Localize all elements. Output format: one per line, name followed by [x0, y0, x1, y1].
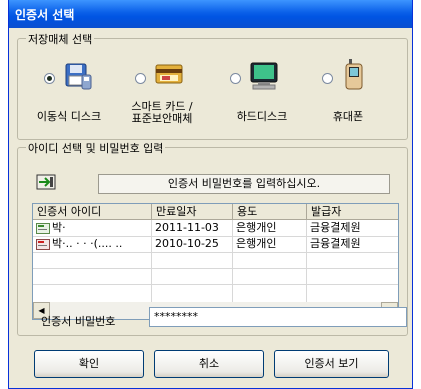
mobile-phone-icon[interactable] — [343, 59, 365, 91]
removable-disk-icon[interactable] — [63, 61, 93, 91]
password-label: 인증서 비밀번호 — [41, 315, 116, 328]
ok-button[interactable]: 확인 — [34, 350, 144, 378]
id-password-legend: 아이디 선택 및 비밀번호 입력 — [26, 140, 166, 156]
window-title: 인증서 선택 — [15, 8, 75, 22]
instruction-banner: 인증서 비밀번호를 입력하십시오. — [98, 174, 390, 194]
grid-line — [33, 268, 398, 269]
certificate-valid-icon — [36, 223, 50, 234]
cert-id-cell: 박·.. · · ·(.... .. — [52, 237, 123, 250]
column-header-issuer[interactable]: 발급자 — [307, 204, 398, 220]
table-row[interactable]: 박·.. · · ·(.... .. 2010-10-25 은행개인 금융결제원 — [33, 236, 398, 252]
smart-card-label: 스마트 카드 / 표준보안매체 — [122, 101, 202, 125]
grid-line — [33, 284, 398, 285]
column-header-id[interactable]: 인증서 아이디 — [33, 204, 152, 220]
password-input[interactable]: ******** — [149, 307, 407, 327]
title-bar[interactable]: 인증서 선택 — [9, 0, 412, 28]
hard-disk-monitor-icon[interactable] — [248, 61, 280, 91]
smart-card-icon[interactable] — [154, 63, 184, 89]
column-header-expiry[interactable]: 만료일자 — [152, 204, 233, 220]
removable-disk-label: 이동식 디스크 — [36, 110, 102, 123]
storage-media-group: 저장매체 선택 이동식 디스크 스마트 카드 / 표준보안매체 하드디스크 휴대… — [17, 31, 408, 140]
smart-card-label-line2: 표준보안매체 — [131, 112, 193, 125]
radio-hard-disk[interactable] — [230, 73, 241, 84]
view-certificate-button[interactable]: 인증서 보기 — [274, 350, 389, 378]
mobile-phone-label: 휴대폰 — [332, 110, 364, 123]
radio-mobile-phone[interactable] — [322, 73, 333, 84]
grid-line — [33, 252, 398, 253]
certificate-list[interactable]: 인증서 아이디 만료일자 용도 발급자 박· 2011-11-03 은행개인 금… — [32, 203, 399, 320]
cert-expiry-cell: 2010-10-25 — [155, 237, 219, 250]
cert-issuer-cell: 금융결제원 — [310, 221, 361, 234]
radio-smart-card[interactable] — [135, 73, 146, 84]
storage-media-legend: 저장매체 선택 — [26, 31, 95, 47]
column-header-purpose[interactable]: 용도 — [233, 204, 307, 220]
cert-purpose-cell: 은행개인 — [236, 237, 277, 250]
table-row[interactable]: 박· 2011-11-03 은행개인 금융결제원 — [33, 220, 398, 236]
cancel-button[interactable]: 취소 — [154, 350, 264, 378]
radio-removable-disk[interactable] — [44, 73, 55, 84]
cert-id-cell: 박· — [52, 221, 66, 234]
enter-arrow-icon — [36, 174, 56, 190]
hard-disk-label: 하드디스크 — [236, 110, 288, 123]
certificate-select-dialog: 인증서 선택 저장매체 선택 이동식 디스크 스마트 카드 / 표준보안매체 하… — [8, 0, 413, 389]
certificate-expired-icon — [36, 239, 50, 250]
cert-issuer-cell: 금융결제원 — [310, 237, 361, 250]
cert-expiry-cell: 2011-11-03 — [155, 221, 219, 234]
cert-purpose-cell: 은행개인 — [236, 221, 277, 234]
